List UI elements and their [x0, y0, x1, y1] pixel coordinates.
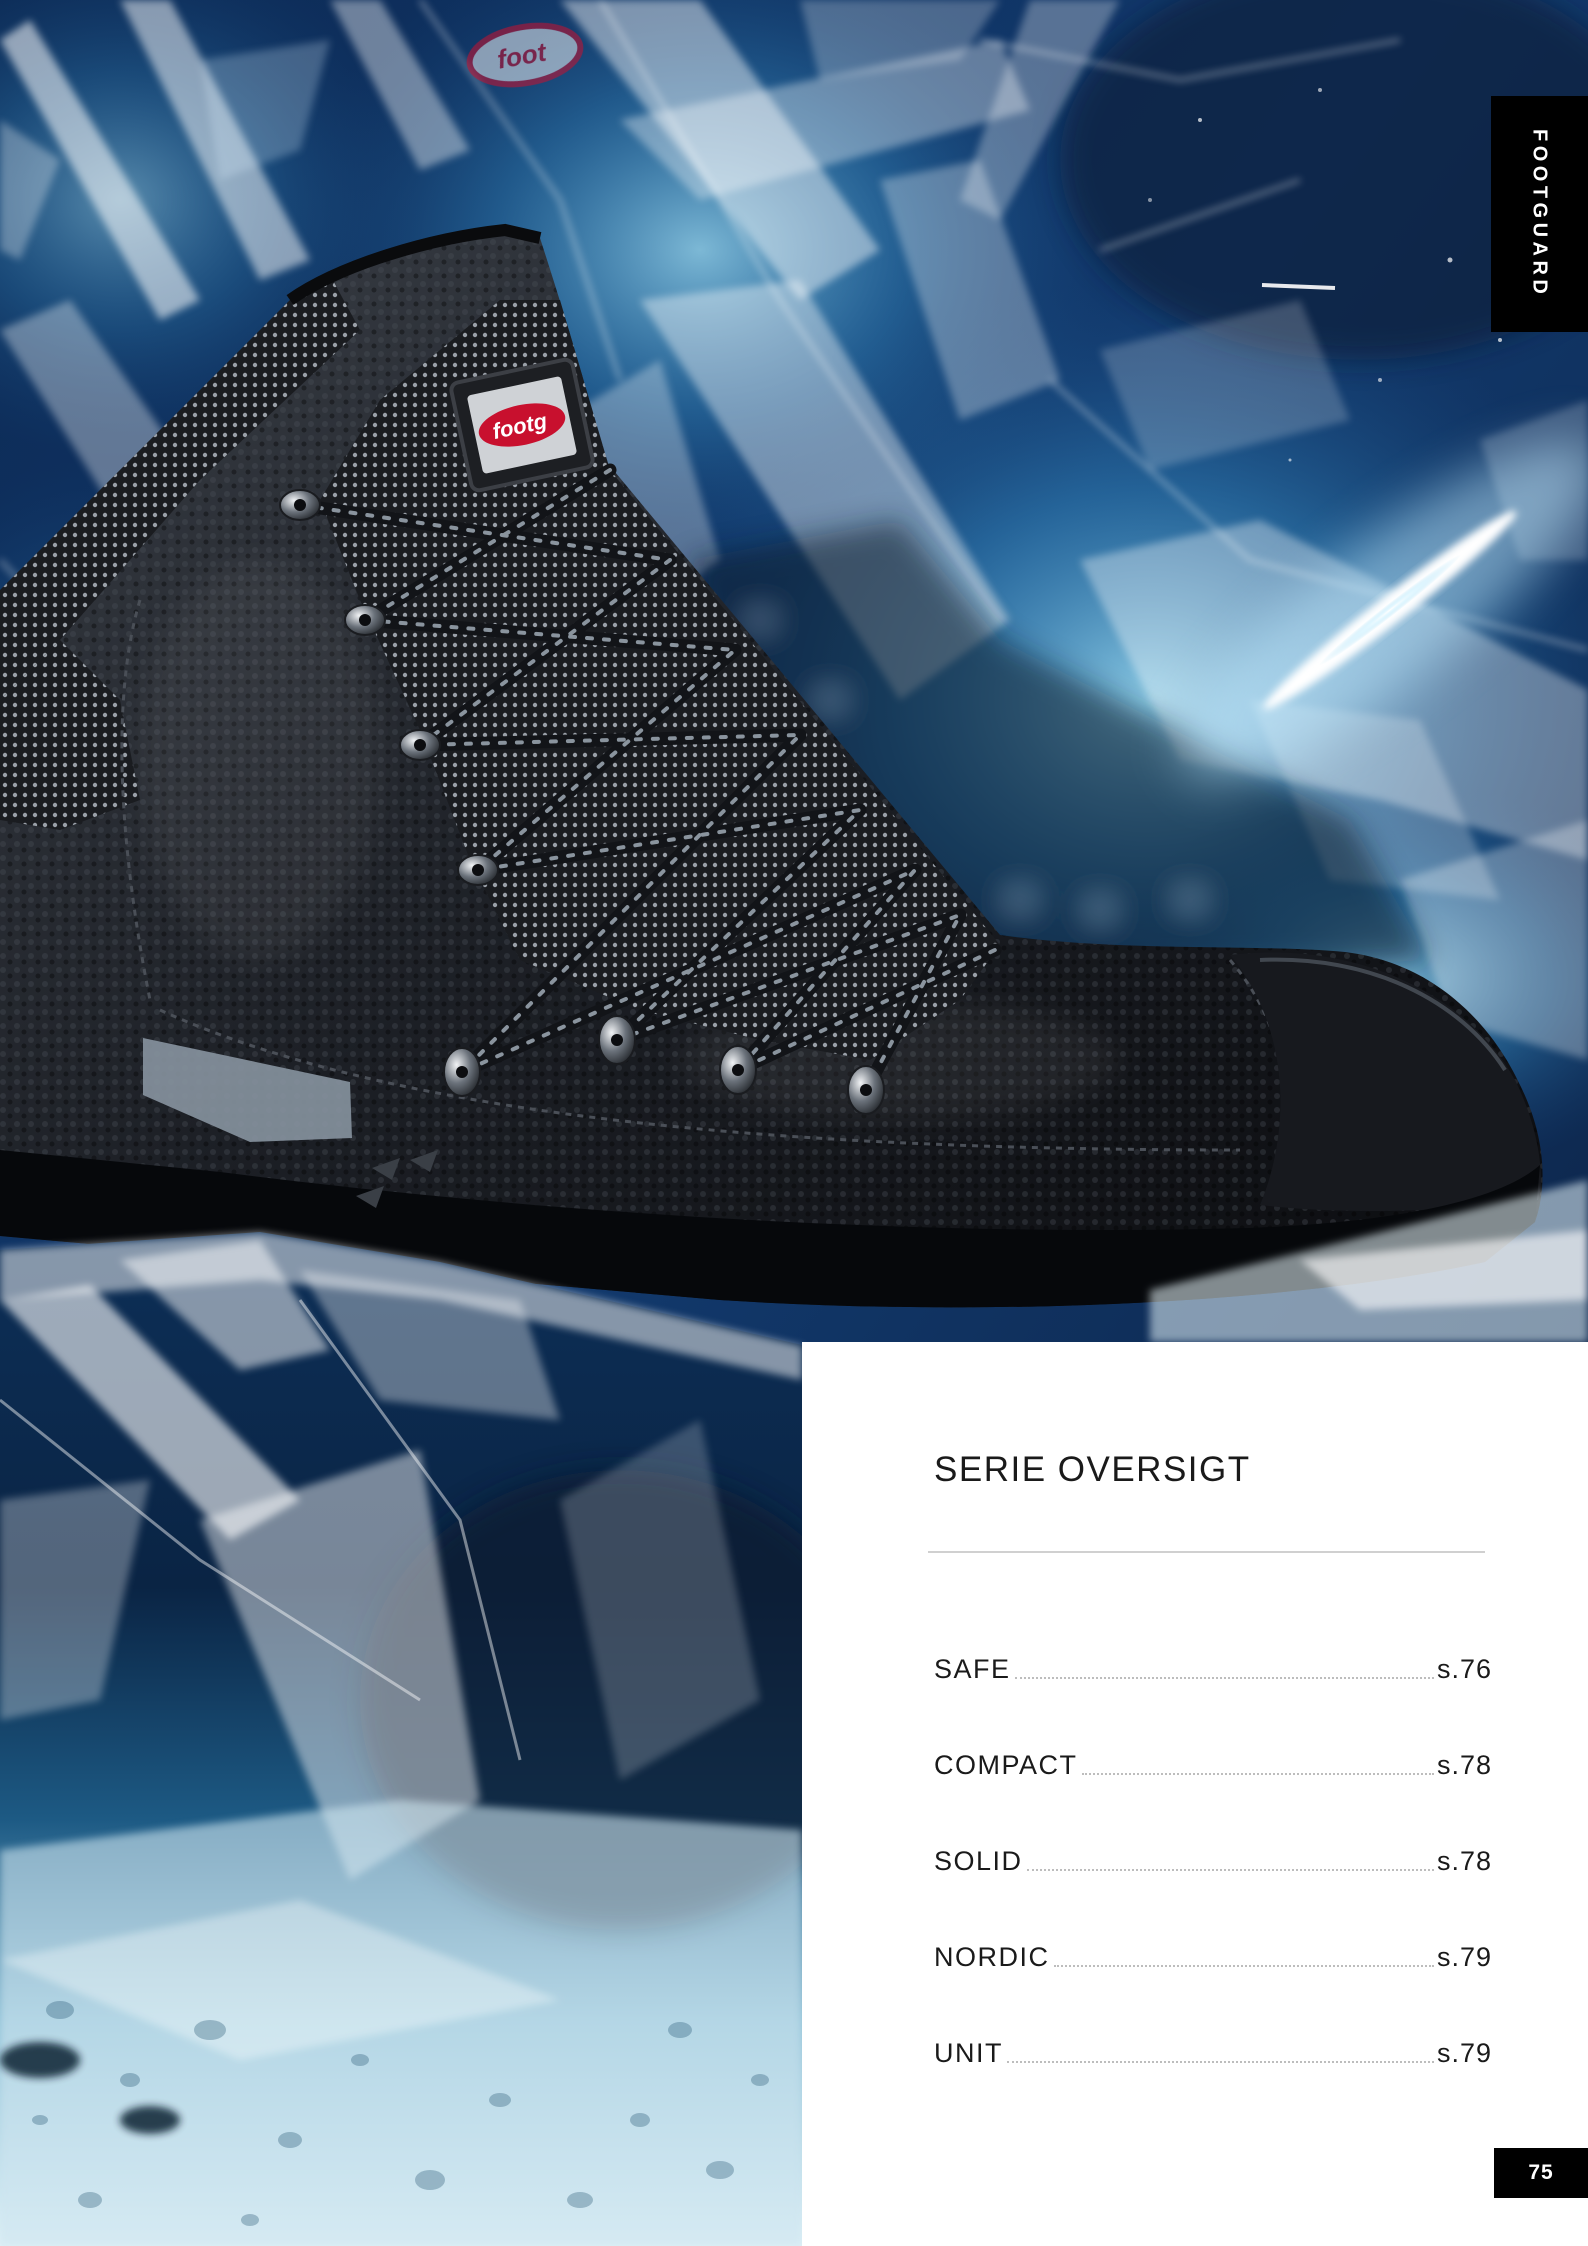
page-number-badge: 75	[1494, 2148, 1588, 2198]
toc-leader	[1014, 1677, 1434, 1679]
catalog-page: foot footg FOOTGUARD SERIE OVERSIGT SAFE…	[0, 0, 1588, 2246]
toc-leader	[1007, 2061, 1434, 2063]
toc-entry-label: SAFE	[934, 1654, 1011, 1684]
toc-entry-label: COMPACT	[934, 1750, 1078, 1780]
toc-entry-page: s.76	[1436, 1654, 1492, 1684]
toc-row-compact[interactable]: COMPACT s.78	[934, 1745, 1492, 1785]
toc-entry-label: NORDIC	[934, 1942, 1050, 1972]
section-title: SERIE OVERSIGT	[934, 1450, 1251, 1489]
toc-row-nordic[interactable]: NORDIC s.79	[934, 1937, 1492, 1977]
toc-leader	[1053, 1965, 1434, 1967]
page-number: 75	[1528, 2161, 1554, 2184]
toc-leader	[1081, 1773, 1434, 1775]
boot-logo-tag: footg	[449, 357, 595, 493]
brand-tab-label: FOOTGUARD	[1528, 129, 1551, 299]
toc-entry-page: s.79	[1436, 2038, 1492, 2068]
brand-tab: FOOTGUARD	[1491, 96, 1588, 332]
ice-block	[0, 1232, 880, 2246]
toc-row-solid[interactable]: SOLID s.78	[934, 1841, 1492, 1881]
toc-row-safe[interactable]: SAFE s.76	[934, 1649, 1492, 1689]
toc-entry-page: s.78	[1436, 1846, 1492, 1876]
toc-entry-label: UNIT	[934, 2038, 1003, 2068]
toc-leader	[1026, 1869, 1434, 1871]
toc-entry-page: s.78	[1436, 1750, 1492, 1780]
toc-row-unit[interactable]: UNIT s.79	[934, 2033, 1492, 2073]
toc-entry-page: s.79	[1436, 1942, 1492, 1972]
toc-entry-label: SOLID	[934, 1846, 1023, 1876]
title-divider	[928, 1551, 1485, 1553]
